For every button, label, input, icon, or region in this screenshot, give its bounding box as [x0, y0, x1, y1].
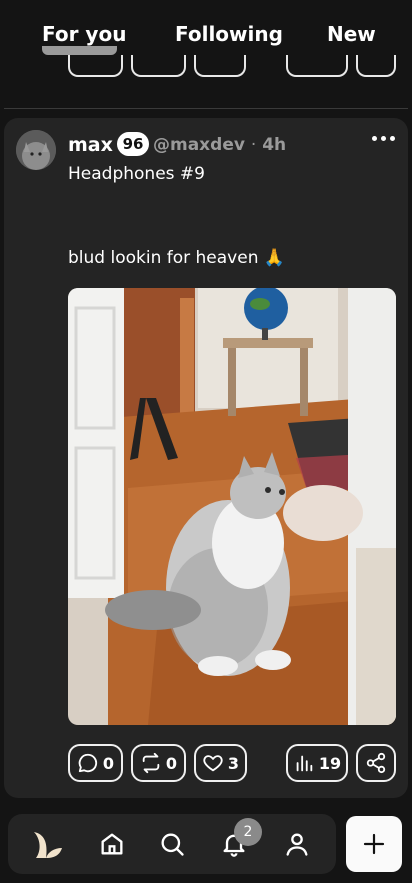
- home-icon[interactable]: [98, 830, 126, 858]
- tab-following[interactable]: Following: [175, 22, 283, 46]
- previous-post-actions: [0, 55, 412, 79]
- repost-button[interactable]: 0: [131, 744, 186, 782]
- level-badge: 96: [117, 132, 149, 156]
- views-chart-icon: [296, 755, 313, 772]
- like-button[interactable]: 3: [194, 744, 247, 782]
- tab-for-you[interactable]: For you: [42, 22, 126, 46]
- notification-count-badge: 2: [234, 818, 262, 846]
- post-time: 4h: [262, 135, 287, 155]
- author-handle[interactable]: @maxdev: [153, 135, 245, 155]
- avatar[interactable]: [16, 130, 56, 170]
- post-body: blud lookin for heaven 🙏: [68, 248, 286, 268]
- comment-icon: [78, 753, 97, 773]
- post-image[interactable]: [68, 288, 396, 725]
- bottom-nav: 2: [8, 814, 336, 874]
- repost-count: 0: [165, 753, 178, 773]
- previous-share-button[interactable]: [356, 55, 396, 77]
- feed-divider: [4, 108, 408, 109]
- more-options-icon[interactable]: [372, 132, 396, 146]
- previous-repost-button[interactable]: [131, 55, 186, 77]
- compose-button[interactable]: [346, 816, 402, 872]
- post-title: Headphones #9: [68, 164, 205, 184]
- comment-count: 0: [102, 753, 115, 773]
- profile-icon[interactable]: [283, 830, 311, 858]
- like-count: 3: [227, 753, 240, 773]
- heart-icon: [203, 755, 223, 772]
- share-icon: [366, 752, 386, 774]
- views-count: 19: [318, 753, 342, 773]
- share-button[interactable]: [356, 744, 396, 782]
- meta-separator: ·: [250, 135, 257, 155]
- logo-icon[interactable]: [30, 830, 64, 858]
- author-meta: @maxdev · 4h: [153, 135, 286, 155]
- repost-icon: [142, 752, 160, 774]
- plus-icon: [363, 833, 385, 855]
- views-button[interactable]: 19: [286, 744, 348, 782]
- comment-button[interactable]: 0: [68, 744, 123, 782]
- previous-views-button[interactable]: [286, 55, 348, 77]
- author-name[interactable]: max: [68, 134, 113, 156]
- post-card[interactable]: max 96 @maxdev · 4h Headphones #9 blud l…: [4, 118, 408, 798]
- active-tab-indicator: [42, 46, 117, 55]
- previous-comment-button[interactable]: [68, 55, 123, 77]
- previous-like-button[interactable]: [194, 55, 246, 77]
- search-icon[interactable]: [158, 830, 186, 858]
- tab-new[interactable]: New: [327, 22, 376, 46]
